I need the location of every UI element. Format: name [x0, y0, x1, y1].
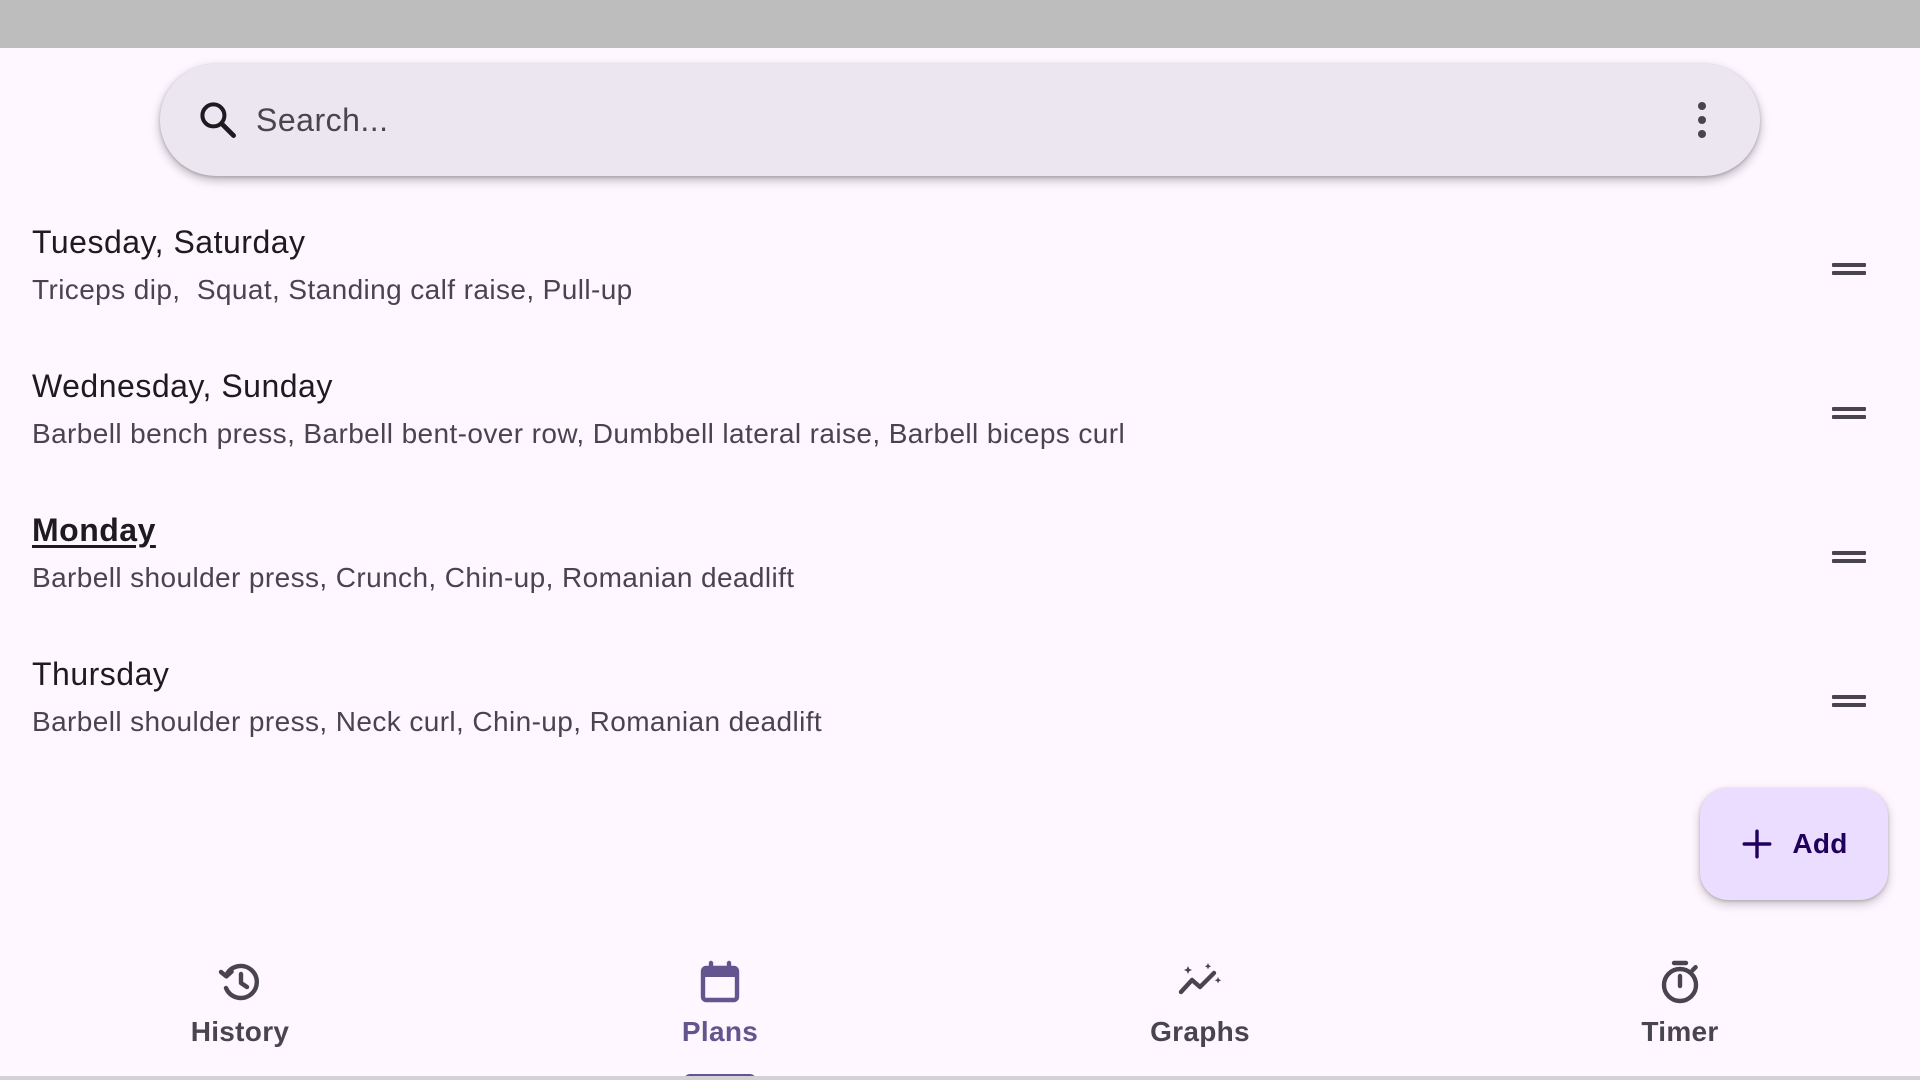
- drag-handle-icon[interactable]: [1832, 544, 1868, 568]
- plan-title: Wednesday, Sunday: [32, 368, 333, 404]
- timer-icon: [1661, 960, 1699, 1004]
- plan-exercises: Barbell bench press, Barbell bent-over r…: [32, 418, 1126, 449]
- add-plan-button[interactable]: Add: [1700, 788, 1888, 900]
- plan-list: Tuesday, Saturday Triceps dip, Squat, St…: [0, 200, 1920, 776]
- plan-item[interactable]: Tuesday, Saturday Triceps dip, Squat, St…: [0, 200, 1920, 344]
- nav-item-graphs[interactable]: Graphs: [960, 936, 1440, 1080]
- search-input[interactable]: [256, 64, 1656, 176]
- more-vert-icon: [1698, 102, 1706, 110]
- add-label: Add: [1792, 828, 1848, 859]
- bottom-navigation: History Plans Graphs Timer: [0, 936, 1920, 1080]
- calendar-icon: [700, 960, 740, 1003]
- plan-title: Thursday: [32, 656, 170, 692]
- history-icon: [218, 963, 259, 1001]
- nav-label-timer: Timer: [1641, 1016, 1719, 1047]
- nav-label-plans: Plans: [681, 1016, 759, 1047]
- plan-exercises: Triceps dip, Squat, Standing calf raise,…: [32, 274, 633, 305]
- bottom-divider: [0, 1076, 1920, 1080]
- plan-item[interactable]: Monday Barbell shoulder press, Crunch, C…: [0, 488, 1920, 632]
- plan-exercises: Barbell shoulder press, Neck curl, Chin-…: [32, 706, 823, 737]
- drag-handle-icon[interactable]: [1832, 400, 1868, 424]
- drag-handle-icon[interactable]: [1832, 256, 1868, 280]
- search-bar[interactable]: [160, 64, 1760, 176]
- nav-label-graphs: Graphs: [1150, 1016, 1250, 1047]
- plan-item[interactable]: Thursday Barbell shoulder press, Neck cu…: [0, 632, 1920, 776]
- more-options-button[interactable]: [1678, 96, 1726, 144]
- plan-title-current: Monday: [32, 512, 156, 548]
- status-bar: [0, 0, 1920, 48]
- nav-item-history[interactable]: History: [0, 936, 480, 1080]
- plan-title: Tuesday, Saturday: [32, 224, 306, 260]
- nav-item-timer[interactable]: Timer: [1440, 936, 1920, 1080]
- plus-icon: [1742, 829, 1772, 859]
- drag-handle-icon[interactable]: [1832, 688, 1868, 712]
- nav-item-plans[interactable]: Plans: [480, 936, 960, 1080]
- nav-label-history: History: [190, 1016, 290, 1047]
- plan-exercises: Barbell shoulder press, Crunch, Chin-up,…: [32, 562, 795, 593]
- search-icon: [200, 102, 236, 138]
- graph-icon: [1178, 963, 1222, 995]
- plan-item[interactable]: Wednesday, Sunday Barbell bench press, B…: [0, 344, 1920, 488]
